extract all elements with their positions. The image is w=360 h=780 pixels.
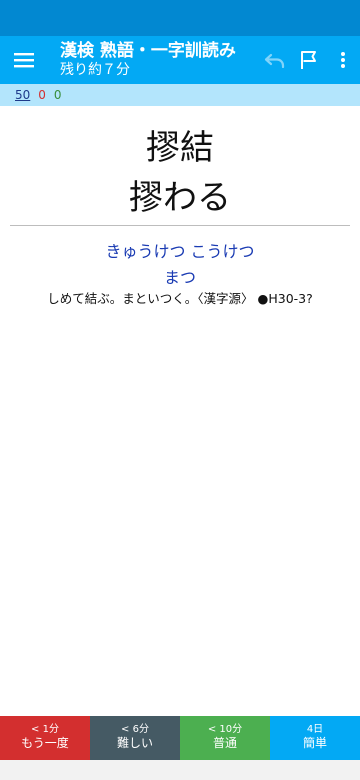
good-button[interactable]: < 10分 普通 [180,716,270,760]
remaining-count[interactable]: 50 [15,88,30,102]
easy-button[interactable]: 4日 簡単 [270,716,360,760]
right-count: 0 [53,88,62,102]
good-interval: < 10分 [207,724,243,736]
good-label: 普通 [212,736,237,751]
more-options-button[interactable] [326,36,360,84]
reading-on: きゅうけつ こうけつ [105,242,255,261]
menu-icon [14,53,34,68]
flag-button[interactable] [292,36,326,84]
again-button[interactable]: < 1分 もう一度 [0,716,90,760]
easy-interval: 4日 [306,724,324,736]
grade-bar: < 1分 もう一度 < 6分 難しい < 10分 普通 4日 簡単 [0,716,360,760]
again-interval: < 1分 [31,724,59,736]
divider [10,225,350,226]
title-block: 漢検 熟語・一字訓読み 残り約７分 [48,42,258,78]
question-kun: 摎わる [129,178,231,218]
undo-button[interactable] [258,36,292,84]
again-label: もう一度 [21,736,69,751]
flag-icon [301,51,316,69]
wrong-count: 0 [38,88,46,102]
more-vert-icon [341,52,345,68]
system-nav-bar [0,760,360,780]
counter-bar: 50 0 0 [0,84,360,106]
hard-interval: < 6分 [121,724,149,736]
undo-icon [264,53,285,68]
question-word: 摎結 [146,128,214,168]
app-title: 漢検 熟語・一字訓読み [60,41,236,62]
remaining-time: 残り約７分 [60,61,130,78]
hard-button[interactable]: < 6分 難しい [90,716,180,760]
easy-label: 簡単 [302,736,327,751]
status-bar [0,0,360,36]
explanation: しめて結ぶ。まといつく。〈漢字源〉 ●H30-3? [47,291,313,306]
hard-label: 難しい [116,736,153,751]
app-bar: 漢検 熟語・一字訓読み 残り約７分 [0,36,360,84]
menu-button[interactable] [0,36,48,84]
reading-kun: まつ [163,268,196,287]
